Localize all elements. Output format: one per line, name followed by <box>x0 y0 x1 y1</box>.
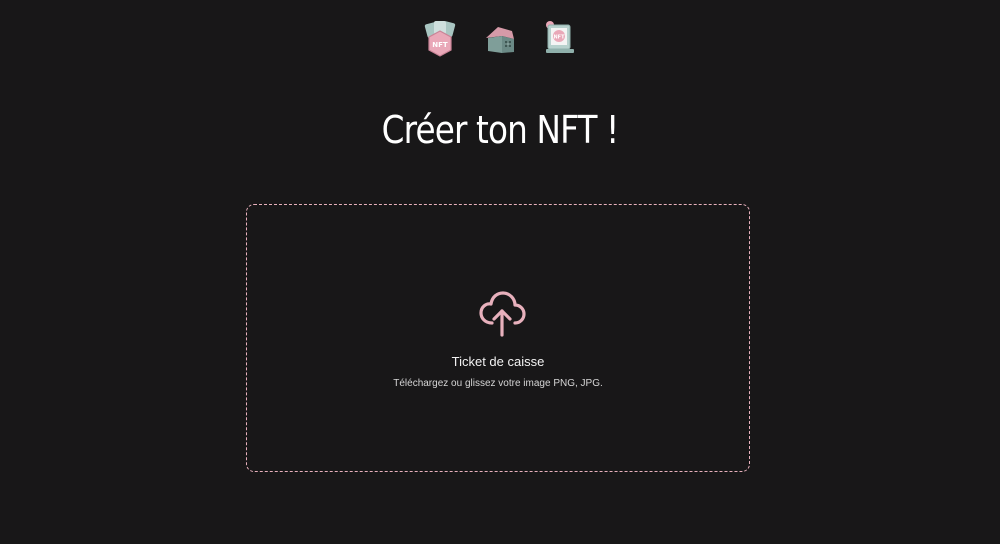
nft-badge-label: NFT <box>432 41 448 49</box>
cloud-upload-icon <box>479 291 526 337</box>
file-dropzone[interactable]: Ticket de caisse Téléchargez ou glissez … <box>246 204 750 472</box>
dropzone-title: Ticket de caisse <box>451 354 545 369</box>
page-title: Créer ton NFT ! <box>381 108 620 152</box>
dropzone-hint: Téléchargez ou glissez votre image PNG, … <box>393 378 603 389</box>
top-nav: NFT NFT <box>0 19 1000 59</box>
nft-badge-icon[interactable]: NFT <box>422 19 458 59</box>
house-icon[interactable] <box>482 19 518 59</box>
nft-frame-label: NFT <box>553 35 565 41</box>
nft-frame-icon[interactable]: NFT <box>542 19 578 59</box>
